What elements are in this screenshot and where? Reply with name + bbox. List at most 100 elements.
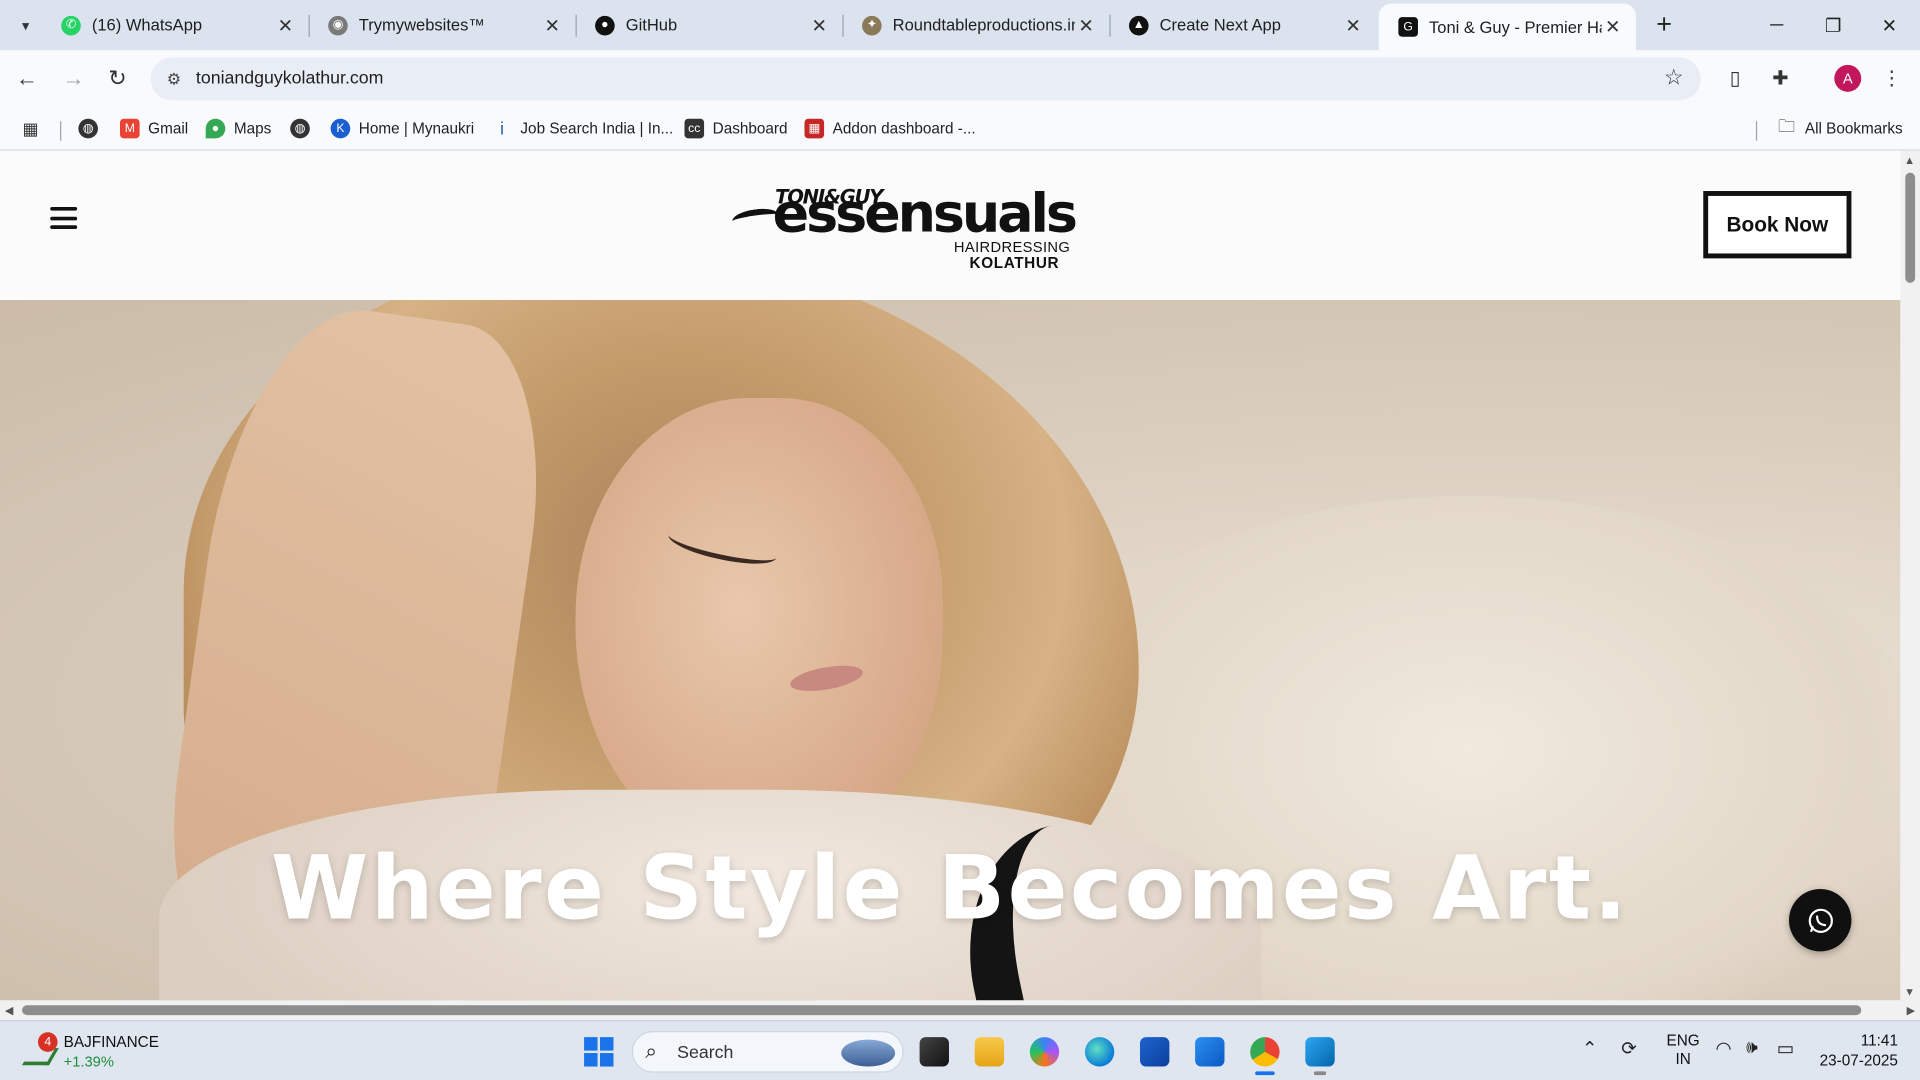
- tab-create-next-app[interactable]: ▲ Create Next App ✕: [1109, 0, 1376, 50]
- scroll-left-arrow-icon[interactable]: ◀: [5, 1004, 13, 1017]
- vscode-icon[interactable]: [1299, 1031, 1341, 1076]
- tab-title: Toni & Guy - Premier Hair: [1428, 17, 1602, 37]
- horizontal-scroll-thumb[interactable]: [22, 1005, 1862, 1016]
- logo-location: KOLATHUR: [969, 254, 1060, 272]
- clock[interactable]: 11:41 23-07-2025: [1817, 1031, 1898, 1070]
- hero-title: Where Style Becomes Art.: [271, 836, 1630, 940]
- tab-roundtable[interactable]: ✦ Roundtableproductions.in ✕: [842, 0, 1111, 50]
- roundtable-icon: ✦: [862, 15, 882, 35]
- tab-title: Create Next App: [1159, 15, 1281, 35]
- tab-trymywebsites[interactable]: ◉ Trymywebsites™ ✕: [309, 0, 577, 50]
- restore-button[interactable]: ❐: [1805, 0, 1861, 50]
- outlook-icon[interactable]: [1189, 1031, 1231, 1073]
- tab-search-button[interactable]: ▾: [10, 10, 42, 42]
- book-now-button[interactable]: Book Now: [1703, 191, 1852, 259]
- language-indicator[interactable]: ENG IN: [1667, 1032, 1700, 1069]
- close-window-button[interactable]: ✕: [1861, 0, 1917, 50]
- clock-time: 11:41: [1860, 1032, 1898, 1050]
- apps-button[interactable]: ▦: [21, 115, 49, 142]
- arrow-right-icon: →: [62, 65, 85, 91]
- vertical-scrollbar[interactable]: ▲ ▼: [1900, 150, 1920, 1001]
- stock-chart-icon: [21, 1048, 59, 1066]
- task-view-icon[interactable]: [913, 1031, 955, 1073]
- gmail-icon: M: [120, 118, 140, 139]
- reading-mode-icon[interactable]: ▯: [1720, 64, 1749, 93]
- sync-icon[interactable]: ⟳: [1621, 1037, 1636, 1059]
- bookmark-indeed[interactable]: i Job Search India | In...: [492, 115, 673, 142]
- bookmark-maps[interactable]: ● Maps: [205, 115, 271, 142]
- close-icon[interactable]: ✕: [808, 14, 830, 36]
- reload-button[interactable]: ↻: [100, 61, 134, 95]
- mynaukri-icon: K: [330, 118, 351, 139]
- volume-icon[interactable]: 🕪: [1746, 1037, 1758, 1058]
- avatar[interactable]: A: [1834, 64, 1862, 92]
- notification-badge: 4: [37, 1032, 58, 1052]
- bookmark-globe-1[interactable]: ◍: [78, 115, 106, 142]
- taskbar-search[interactable]: ⌕ Search: [631, 1031, 904, 1073]
- indeed-icon: i: [500, 118, 504, 139]
- bookmark-mynaukri[interactable]: K Home | Mynaukri: [330, 115, 474, 142]
- addon-icon: ▦: [804, 118, 825, 139]
- logo-subtitle: HAIRDRESSING: [953, 238, 1071, 256]
- tab-title: GitHub: [625, 15, 678, 35]
- scroll-down-arrow-icon[interactable]: ▼: [1904, 986, 1915, 998]
- tab-github[interactable]: ● GitHub ✕: [576, 0, 844, 50]
- bookmark-gmail[interactable]: M Gmail: [120, 115, 188, 142]
- vertical-scroll-thumb[interactable]: [1905, 172, 1916, 283]
- chrome-icon[interactable]: [1244, 1031, 1286, 1076]
- star-icon[interactable]: ☆: [1664, 65, 1684, 91]
- bookmark-addon-dashboard[interactable]: ▦ Addon dashboard -...: [804, 115, 976, 142]
- apps-grid-icon: ▦: [22, 118, 39, 138]
- search-icon: ⌕: [645, 1039, 657, 1063]
- hero-banner: Where Style Becomes Art.: [0, 300, 1901, 1001]
- stock-name: BAJFINANCE: [63, 1033, 159, 1051]
- site-info-icon[interactable]: ⚙: [162, 67, 186, 91]
- scroll-right-arrow-icon[interactable]: ▶: [1907, 1004, 1915, 1017]
- scroll-up-arrow-icon[interactable]: ▲: [1904, 154, 1915, 166]
- microsoft-store-icon[interactable]: [1134, 1031, 1176, 1073]
- folder-icon: 🗀: [1777, 116, 1796, 136]
- horizontal-scrollbar[interactable]: ◀ ▶: [0, 1000, 1920, 1021]
- stock-change: +1.39%: [63, 1053, 114, 1071]
- edge-icon[interactable]: [1079, 1031, 1121, 1073]
- tab-title: Trymywebsites™: [358, 15, 485, 35]
- whatsapp-icon: [1808, 908, 1833, 933]
- tab-toni-guy[interactable]: G Toni & Guy - Premier Hair ✕: [1378, 3, 1636, 51]
- tab-whatsapp[interactable]: ✆ (16) WhatsApp ✕: [42, 0, 310, 50]
- back-button[interactable]: ←: [10, 61, 44, 95]
- address-bar[interactable]: ⚙ toniandguykolathur.com ☆: [150, 57, 1701, 101]
- battery-icon[interactable]: ▭: [1777, 1037, 1794, 1059]
- globe-icon: ◍: [290, 118, 310, 139]
- close-icon[interactable]: ✕: [1342, 14, 1364, 36]
- new-tab-button[interactable]: +: [1649, 9, 1678, 40]
- tab-title: Roundtableproductions.in: [892, 15, 1076, 35]
- close-icon: ✕: [1881, 15, 1898, 37]
- url-text[interactable]: toniandguykolathur.com: [196, 69, 384, 89]
- close-icon[interactable]: ✕: [274, 14, 296, 36]
- file-explorer-icon[interactable]: [969, 1031, 1011, 1073]
- menu-kebab-icon[interactable]: ⋮: [1877, 64, 1906, 93]
- close-icon[interactable]: ✕: [541, 14, 563, 36]
- close-icon[interactable]: ✕: [1602, 16, 1624, 38]
- taskbar: 4 BAJFINANCE +1.39% ⌕ Search ⌃ ⟳ ENG IN: [0, 1020, 1920, 1080]
- site-logo[interactable]: essensuals TONI&GUY HAIRDRESSING KOLATHU…: [730, 182, 1078, 275]
- hamburger-menu-icon[interactable]: [50, 206, 78, 229]
- whatsapp-chat-button[interactable]: [1788, 888, 1852, 952]
- whatsapp-icon: ✆: [61, 15, 81, 35]
- wifi-icon[interactable]: ◠: [1716, 1037, 1732, 1059]
- copilot-icon[interactable]: [1024, 1031, 1066, 1073]
- browser-toolbar: ← → ↻ ⚙ toniandguykolathur.com ☆ ▯ ✚ A ⋮: [0, 50, 1920, 107]
- bookmark-dashboard[interactable]: cc Dashboard: [684, 115, 788, 142]
- extensions-icon[interactable]: ✚: [1766, 64, 1795, 93]
- search-label: Search: [677, 1043, 734, 1063]
- bookmark-globe-2[interactable]: ◍: [290, 115, 318, 142]
- reload-icon: ↻: [108, 65, 127, 91]
- forward-button[interactable]: →: [56, 61, 90, 95]
- close-icon[interactable]: ✕: [1075, 14, 1097, 36]
- chevron-up-icon[interactable]: ⌃: [1582, 1037, 1597, 1059]
- all-bookmarks-button[interactable]: 🗀 All Bookmarks: [1777, 115, 1903, 142]
- search-highlight-image: [841, 1039, 896, 1067]
- minimize-icon: ─: [1770, 14, 1784, 36]
- windows-start-icon[interactable]: [584, 1037, 614, 1067]
- minimize-button[interactable]: ─: [1749, 0, 1805, 50]
